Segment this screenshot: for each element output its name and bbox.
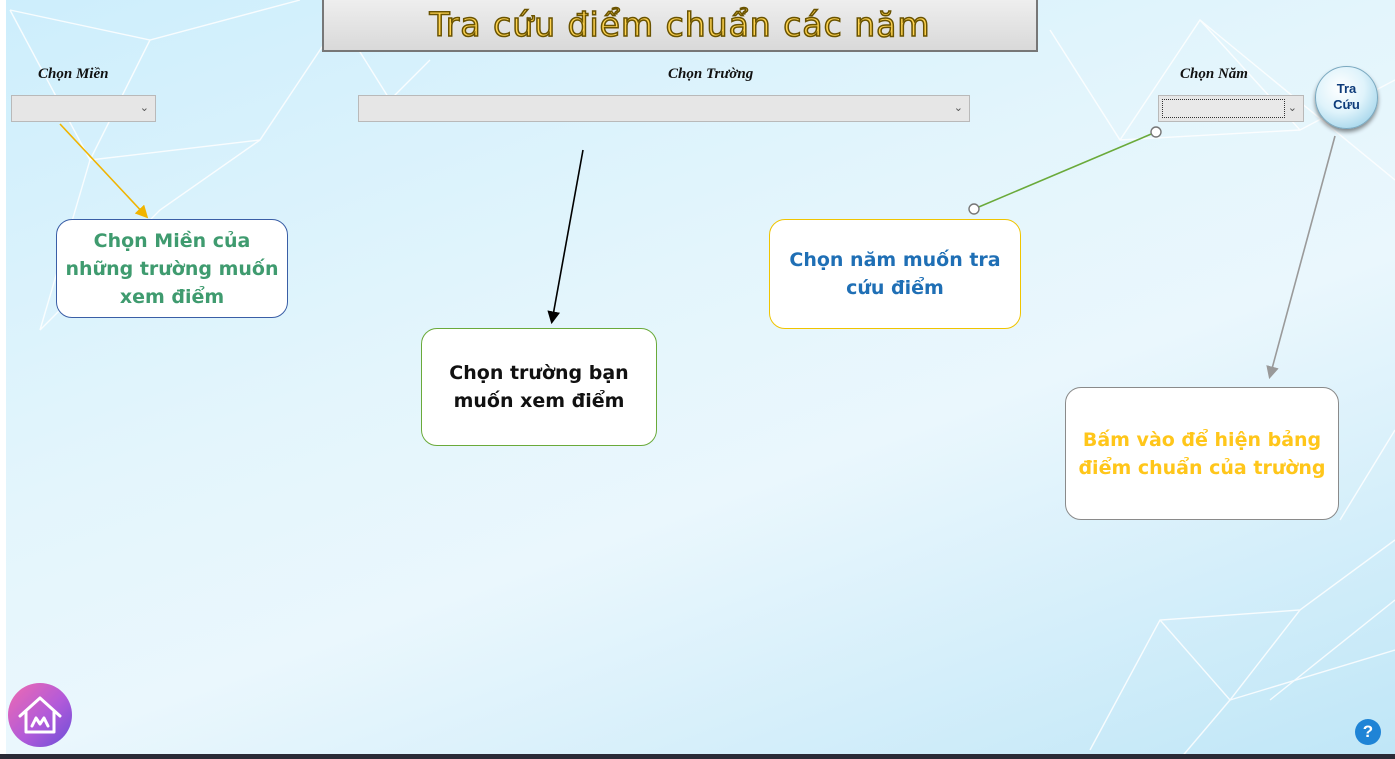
help-button[interactable]: ? [1355, 719, 1381, 745]
callout-school: Chọn trường bạn muốn xem điểm [421, 328, 657, 446]
callout-search: Bấm vào để hiện bảng điểm chuẩn của trườ… [1065, 387, 1339, 520]
callout-connectors [59, 123, 1336, 380]
home-button[interactable] [8, 683, 72, 747]
year-connector [973, 131, 1157, 210]
callout-year: Chọn năm muốn tra cứu điểm [769, 219, 1021, 329]
year-connector-end [1150, 126, 1162, 138]
question-icon: ? [1362, 722, 1374, 741]
search-arrow [1266, 135, 1336, 380]
callout-region: Chọn Miền của những trường muốn xem điểm [56, 219, 288, 318]
region-arrow [59, 123, 149, 219]
bottom-bar [0, 754, 1395, 759]
year-connector-start [968, 203, 980, 215]
callout-school-text: Chọn trường bạn muốn xem điểm [449, 362, 629, 412]
callout-year-text: Chọn năm muốn tra cứu điểm [789, 249, 1001, 299]
callout-search-text: Bấm vào để hiện bảng điểm chuẩn của trườ… [1078, 428, 1326, 479]
home-icon [18, 696, 62, 734]
callout-region-text: Chọn Miền của những trường muốn xem điểm [65, 229, 279, 308]
school-arrow [547, 149, 584, 325]
